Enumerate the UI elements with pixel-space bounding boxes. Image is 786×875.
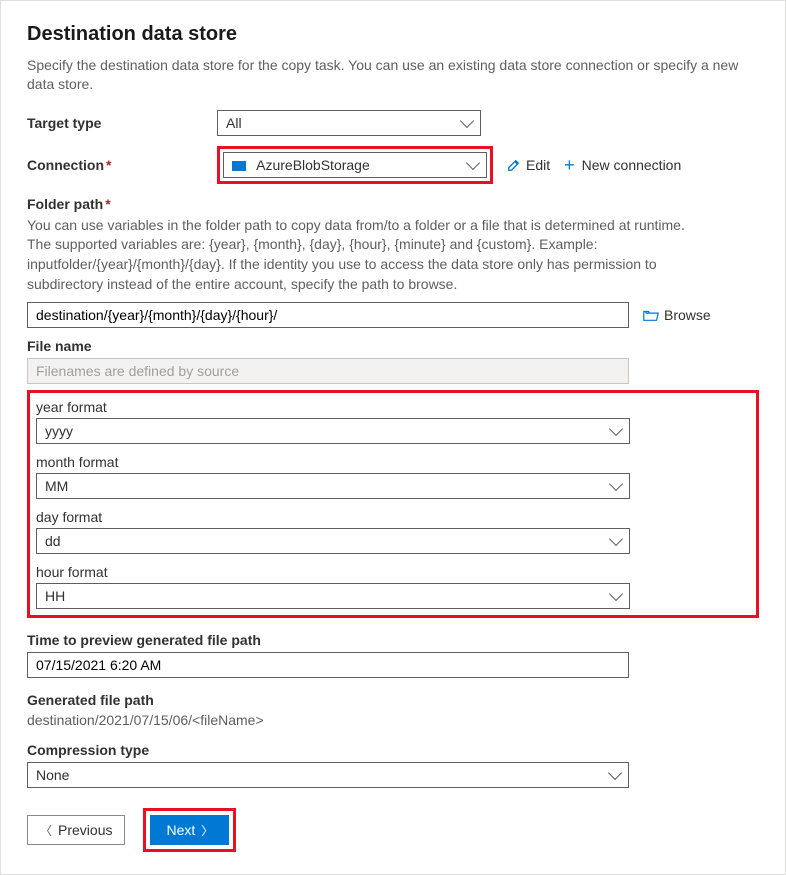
chevron-down-icon [609, 477, 623, 491]
wizard-footer: 〈 Previous Next 〉 [27, 808, 759, 852]
connection-select[interactable]: AzureBlobStorage [223, 152, 487, 178]
format-group: year format yyyy month format MM day for… [36, 399, 750, 609]
chevron-down-icon [608, 766, 622, 780]
next-button[interactable]: Next 〉 [150, 815, 229, 845]
new-connection-link[interactable]: + New connection [564, 157, 681, 173]
month-format-label: month format [36, 454, 750, 470]
folder-icon [643, 309, 659, 322]
folder-path-input[interactable] [27, 302, 629, 328]
chevron-down-icon [460, 114, 474, 128]
day-format-label: day format [36, 509, 750, 525]
preview-time-label: Time to preview generated file path [27, 632, 759, 648]
target-type-value: All [226, 115, 242, 131]
folder-path-row: Browse [27, 302, 759, 328]
folder-path-label: Folder path* [27, 196, 759, 212]
generated-path-value: destination/2021/07/15/06/<fileName> [27, 712, 759, 728]
compression-label: Compression type [27, 742, 759, 758]
highlight-next-button: Next 〉 [143, 808, 236, 852]
chevron-down-icon [609, 587, 623, 601]
month-format-value: MM [45, 478, 68, 494]
required-asterisk: * [105, 196, 110, 212]
year-format-label: year format [36, 399, 750, 415]
year-format-value: yyyy [45, 423, 73, 439]
hour-format-value: HH [45, 588, 65, 604]
pencil-icon [507, 158, 521, 172]
compression-select[interactable]: None [27, 762, 629, 788]
preview-time-input[interactable] [27, 652, 629, 678]
chevron-down-icon [466, 156, 480, 170]
storage-icon [232, 161, 246, 171]
file-name-input [27, 358, 629, 384]
target-type-select[interactable]: All [217, 110, 481, 136]
chevron-down-icon [609, 532, 623, 546]
previous-button[interactable]: 〈 Previous [27, 815, 125, 845]
destination-data-store-form: Destination data store Specify the desti… [0, 0, 786, 875]
chevron-left-icon: 〈 [40, 822, 52, 839]
plus-icon: + [564, 158, 575, 172]
day-format-select[interactable]: dd [36, 528, 630, 554]
day-format-value: dd [45, 533, 61, 549]
chevron-right-icon: 〉 [201, 822, 213, 839]
year-format-select[interactable]: yyyy [36, 418, 630, 444]
file-name-label: File name [27, 338, 759, 354]
connection-value: AzureBlobStorage [256, 157, 370, 173]
hour-format-select[interactable]: HH [36, 583, 630, 609]
browse-link[interactable]: Browse [643, 307, 711, 323]
highlight-connection: AzureBlobStorage [217, 146, 493, 184]
chevron-down-icon [609, 422, 623, 436]
highlight-format-block: year format yyyy month format MM day for… [27, 390, 759, 618]
target-type-row: Target type All [27, 110, 759, 136]
folder-path-help: You can use variables in the folder path… [27, 216, 707, 294]
required-asterisk: * [106, 157, 111, 173]
month-format-select[interactable]: MM [36, 473, 630, 499]
hour-format-label: hour format [36, 564, 750, 580]
compression-value: None [36, 767, 69, 783]
page-subtitle: Specify the destination data store for t… [27, 56, 759, 94]
generated-path-label: Generated file path [27, 692, 759, 708]
connection-label: Connection* [27, 157, 217, 173]
connection-row: Connection* AzureBlobStorage Edit + New … [27, 146, 759, 184]
target-type-label: Target type [27, 115, 217, 131]
edit-connection-link[interactable]: Edit [507, 157, 550, 173]
page-title: Destination data store [27, 23, 759, 46]
